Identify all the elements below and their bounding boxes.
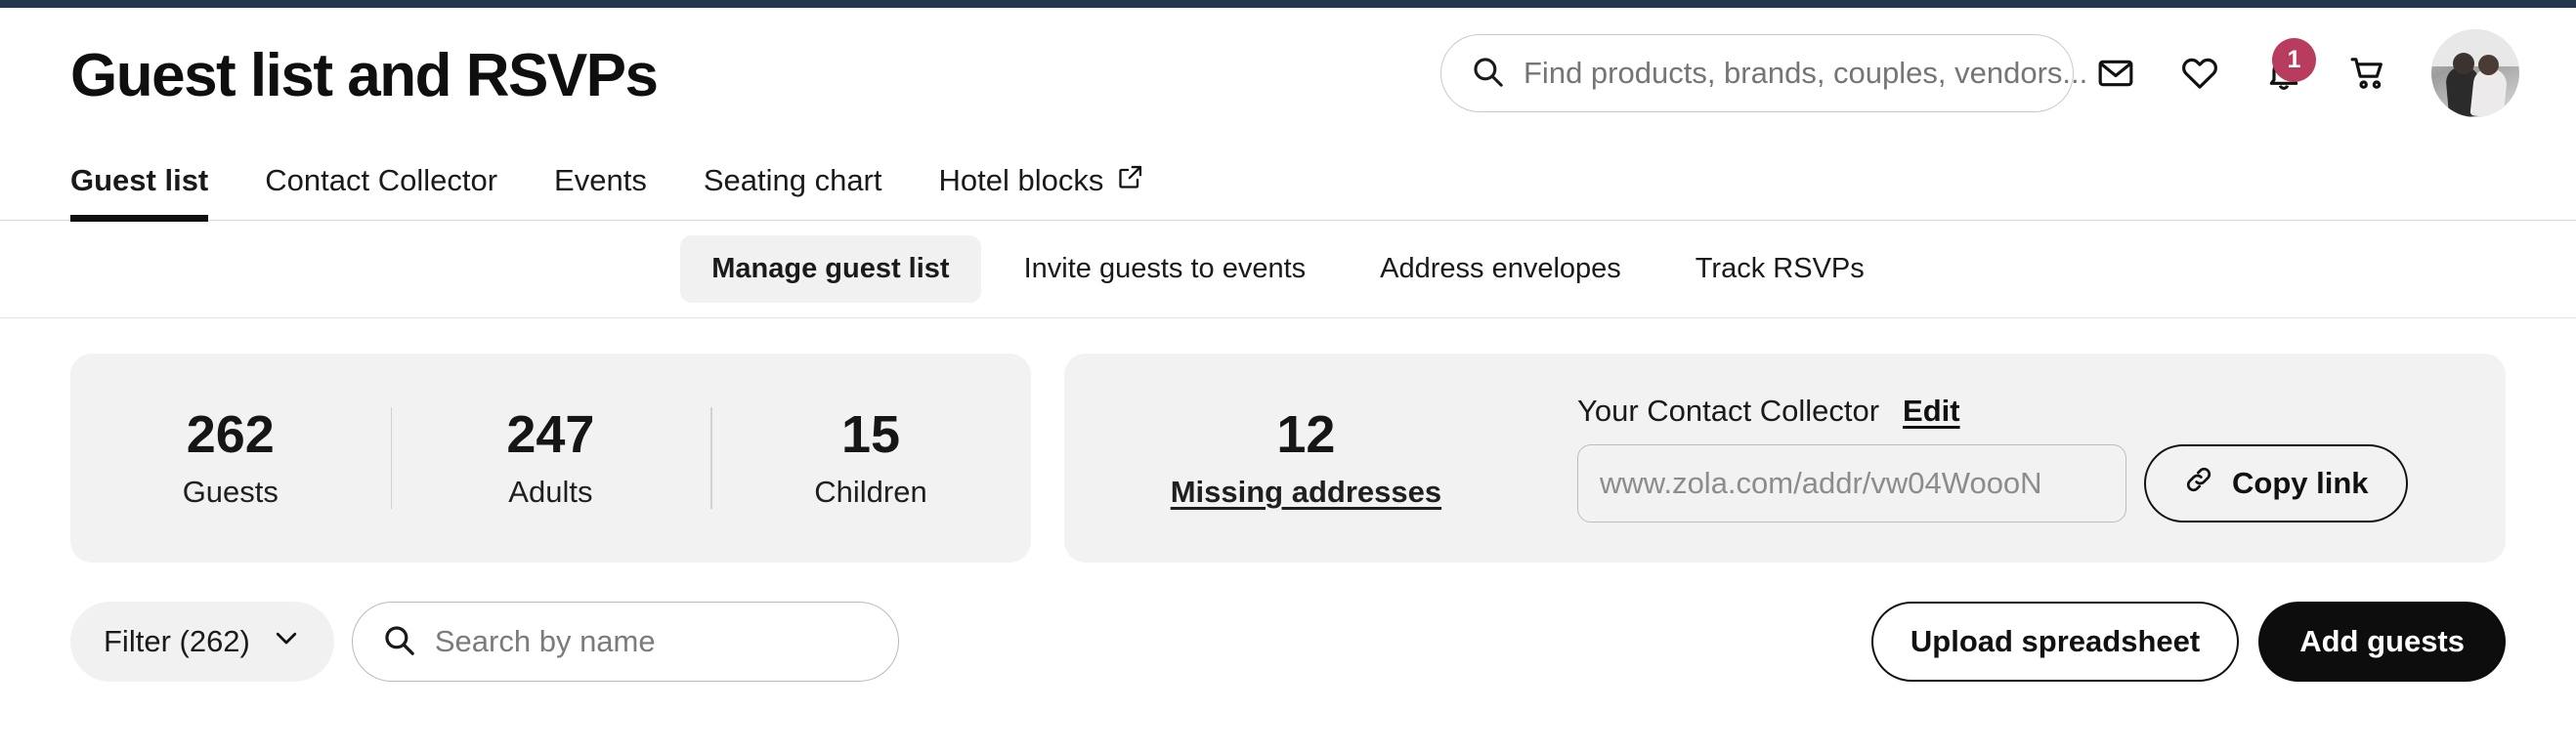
mail-icon [2096, 54, 2135, 93]
stat-guests: 262 Guests [70, 405, 391, 509]
tab-seating-chart-label: Seating chart [703, 163, 882, 197]
top-accent-bar [0, 0, 2576, 8]
header-utilities: Find products, brands, couples, vendors.… [1440, 29, 2519, 117]
search-icon [382, 623, 415, 661]
sub-tabs: Manage guest list Invite guests to event… [0, 221, 2576, 318]
guest-search-placeholder: Search by name [434, 624, 656, 658]
tab-guest-list-label: Guest list [70, 163, 209, 197]
tab-contact-collector[interactable]: Contact Collector [265, 163, 497, 220]
avatar-background [2431, 29, 2519, 66]
link-icon [2183, 464, 2214, 503]
stat-missing-addresses[interactable]: 12 Missing addresses [1064, 405, 1548, 510]
tab-hotel-blocks-label: Hotel blocks [938, 163, 1104, 197]
subtab-address-envelopes[interactable]: Address envelopes [1349, 235, 1653, 303]
chevron-down-icon [272, 623, 301, 660]
contact-collector-header: Your Contact Collector Edit [1577, 394, 2472, 429]
tab-hotel-blocks[interactable]: Hotel blocks [939, 163, 1145, 220]
avatar-head-right [2478, 55, 2499, 75]
guest-list-actions: Upload spreadsheet Add guests [1870, 602, 2506, 682]
contact-collector-title: Your Contact Collector [1577, 394, 1880, 428]
favorites-icon-button[interactable] [2158, 34, 2242, 112]
collector-url-value: www.zola.com/addr/vw04WoooN [1600, 466, 2042, 500]
page-header: Guest list and RSVPs Find products, bran… [0, 8, 2576, 145]
external-link-icon [1117, 163, 1144, 198]
page-title: Guest list and RSVPs [70, 42, 659, 109]
stat-adults: 247 Adults [391, 405, 711, 509]
filter-dropdown-button[interactable]: Filter (262) [70, 602, 334, 682]
stat-children: 15 Children [710, 405, 1031, 509]
global-search-placeholder: Find products, brands, couples, vendors.… [1524, 56, 2088, 90]
guest-stats-card: 262 Guests 247 Adults 15 Children [70, 354, 1031, 563]
edit-collector-link[interactable]: Edit [1903, 394, 1960, 429]
avatar[interactable] [2431, 29, 2519, 117]
tab-seating-chart[interactable]: Seating chart [704, 163, 882, 220]
collector-url-input[interactable]: www.zola.com/addr/vw04WoooN [1577, 444, 2126, 522]
guest-search-input[interactable]: Search by name [351, 602, 899, 682]
search-icon [1471, 55, 1504, 93]
notification-badge: 1 [2272, 38, 2316, 82]
add-guests-button[interactable]: Add guests [2258, 602, 2506, 682]
copy-link-button[interactable]: Copy link [2144, 444, 2408, 522]
notifications-icon-button[interactable]: 1 [2242, 34, 2326, 112]
stat-adults-label: Adults [508, 474, 593, 509]
mail-icon-button[interactable] [2074, 34, 2158, 112]
stat-missing-addresses-value: 12 [1276, 405, 1336, 465]
tab-contact-collector-label: Contact Collector [265, 163, 498, 197]
subtab-invite-guests-to-events[interactable]: Invite guests to events [993, 235, 1338, 303]
tab-guest-list[interactable]: Guest list [70, 163, 209, 222]
heart-icon [2180, 54, 2219, 93]
stat-children-label: Children [814, 474, 927, 509]
copy-link-label: Copy link [2232, 466, 2369, 500]
contact-collector-panel: Your Contact Collector Edit www.zola.com… [1548, 394, 2506, 522]
contact-collector-url-row: www.zola.com/addr/vw04WoooN Copy link [1577, 444, 2472, 522]
stat-guests-label: Guests [182, 474, 279, 509]
primary-tabs: Guest list Contact Collector Events Seat… [0, 145, 2576, 222]
tab-events[interactable]: Events [554, 163, 647, 220]
guest-list-controls: Filter (262) Search by name Upload sprea… [0, 563, 2576, 682]
cart-icon-button[interactable] [2326, 34, 2410, 112]
summary-cards: 262 Guests 247 Adults 15 Children 12 Mis… [0, 318, 2576, 563]
stat-guests-value: 262 [186, 405, 275, 465]
filter-label: Filter (262) [104, 624, 250, 658]
missing-addresses-link[interactable]: Missing addresses [1074, 475, 1538, 510]
tab-events-label: Events [554, 163, 647, 197]
global-search-input[interactable]: Find products, brands, couples, vendors.… [1440, 34, 2087, 112]
stat-adults-value: 247 [506, 405, 595, 465]
subtab-track-rsvps[interactable]: Track RSVPs [1664, 235, 1896, 303]
contact-collector-card: 12 Missing addresses Your Contact Collec… [1063, 354, 2506, 563]
cart-icon [2348, 54, 2387, 93]
upload-spreadsheet-button[interactable]: Upload spreadsheet [1870, 602, 2240, 682]
avatar-head-left [2453, 53, 2474, 74]
subtab-manage-guest-list[interactable]: Manage guest list [680, 235, 981, 303]
stat-children-value: 15 [840, 405, 901, 465]
